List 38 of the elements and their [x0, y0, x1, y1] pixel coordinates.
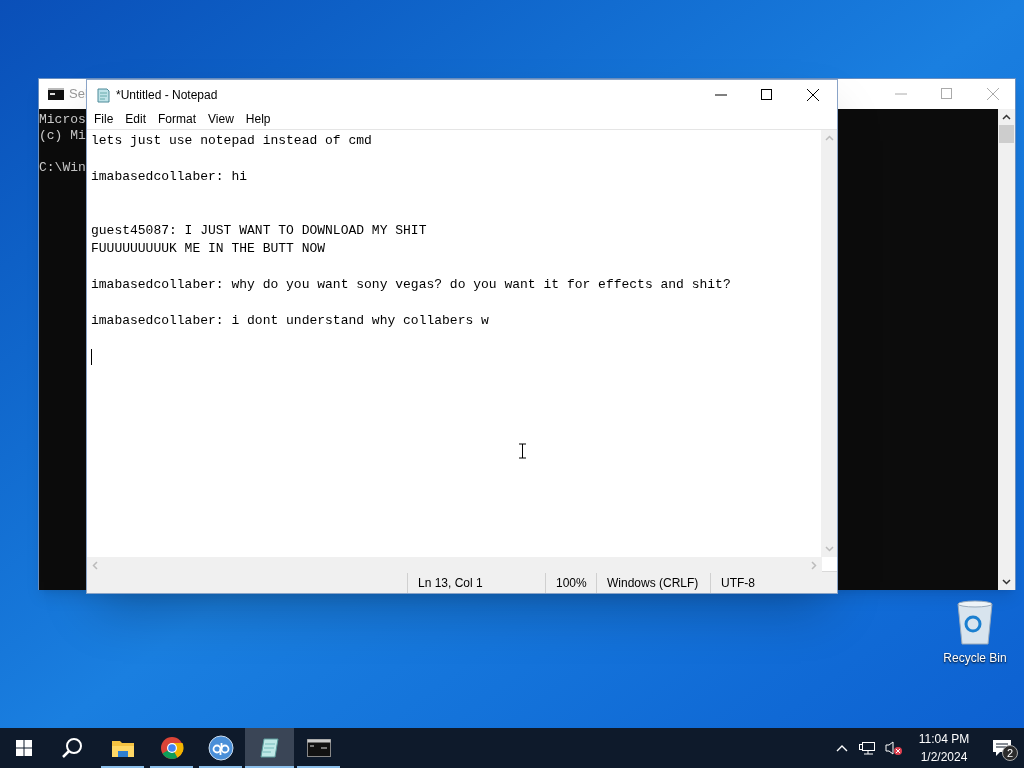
- console-text: Micros (c) Mi C:\Win: [39, 112, 86, 176]
- scroll-bar[interactable]: [998, 109, 1015, 590]
- vertical-scroll-bar[interactable]: [821, 130, 837, 557]
- status-text: Ln 13, Col 1: [407, 572, 545, 593]
- scroll-up-icon[interactable]: [1002, 114, 1011, 120]
- console-icon: [48, 88, 64, 100]
- scroll-thumb[interactable]: [999, 125, 1014, 143]
- horizontal-scroll-bar[interactable]: [87, 557, 822, 573]
- status-text: Windows (CRLF): [596, 572, 710, 593]
- recycle-bin-icon[interactable]: [955, 600, 995, 646]
- text-area[interactable]: lets just use notepad instead of cmd imabasedcollaber: hi guest45087: I JUST WANT TO DOWNLOAD MY SHIT FUUUUUUUUUK ME IN THE BUTT NOW imabasedcollaber: why do you want sony vegas? do you want it for effects and shit? imabasedcollaber: i dont understand why collabers w: [87, 130, 822, 557]
- menu-item[interactable]: File: [88, 110, 120, 128]
- clock-date[interactable]: 1/2/2024: [920, 748, 968, 766]
- qb-icon: [207, 735, 234, 761]
- status-text: UTF-8: [710, 572, 810, 593]
- text-caret: [91, 348, 92, 365]
- menu-item[interactable]: Help: [239, 110, 277, 128]
- notepad-icon: [257, 737, 282, 759]
- start-icon[interactable]: [16, 740, 32, 756]
- clock-time[interactable]: 11:04 PM: [918, 730, 970, 748]
- console-icon: [306, 739, 331, 757]
- menu-item[interactable]: Edit: [119, 110, 153, 128]
- text-cursor-icon: [519, 443, 526, 459]
- scroll-down-icon[interactable]: [1002, 579, 1011, 585]
- desktop-icon-label[interactable]: Recycle Bin: [943, 649, 1007, 667]
- volume-muted-icon[interactable]: [885, 740, 903, 756]
- search-icon[interactable]: [61, 737, 83, 759]
- network-icon[interactable]: [859, 741, 875, 755]
- status-text: 100%: [545, 572, 596, 593]
- taskbar-app-button[interactable]: [245, 728, 294, 768]
- notepad-icon: [95, 86, 111, 103]
- chrome-icon: [159, 736, 184, 760]
- folder-icon: [110, 738, 135, 758]
- chevron-up-icon[interactable]: [836, 744, 848, 752]
- window-title: *Untitled - Notepad: [116, 86, 218, 104]
- menu-item[interactable]: Format: [152, 110, 203, 128]
- notification-badge: 2: [1002, 745, 1018, 761]
- menu-item[interactable]: View: [202, 110, 240, 128]
